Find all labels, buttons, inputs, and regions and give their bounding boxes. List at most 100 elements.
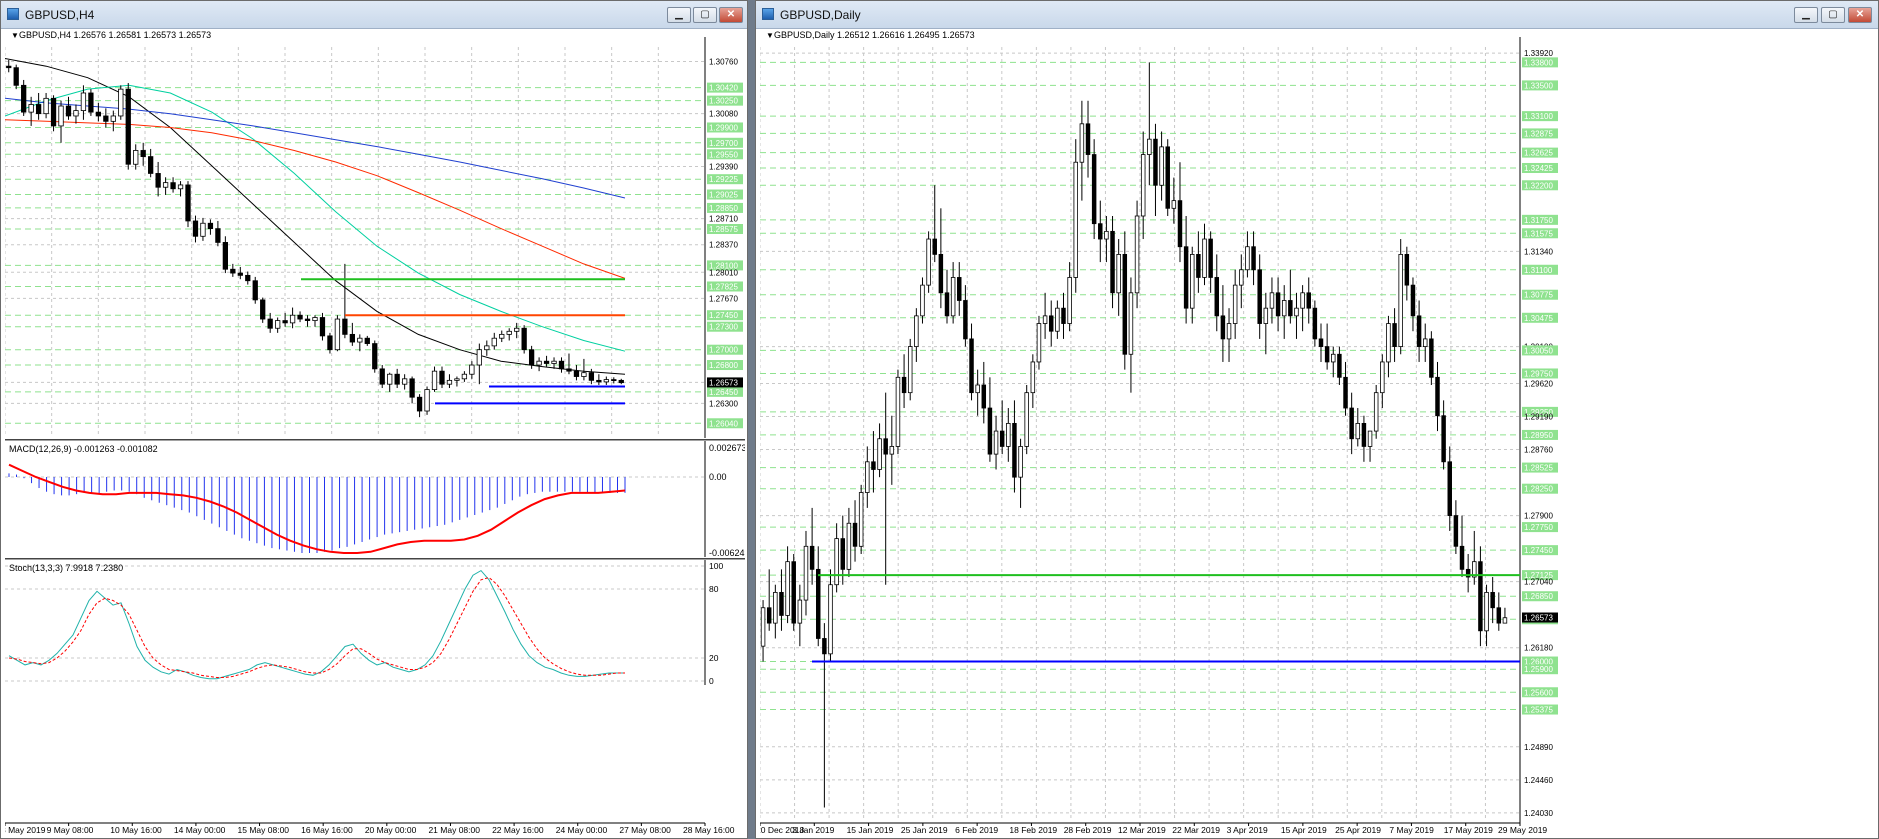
bullish-candle (536, 360, 542, 366)
bullish-candle (1140, 154, 1146, 217)
bearish-candle (1453, 515, 1459, 547)
level-price-text: 1.29900 (709, 123, 738, 132)
price-axis-label: 1.27670 (709, 294, 738, 303)
bullish-candle (1294, 307, 1299, 317)
bearish-candle (1288, 300, 1293, 317)
bearish-candle (822, 638, 827, 655)
bearish-candle (1208, 238, 1213, 278)
level-price-text: 1.30420 (709, 84, 738, 93)
bullish-candle (551, 360, 557, 364)
close-button[interactable]: ✕ (719, 7, 743, 23)
level-price-text: 1.28525 (1524, 464, 1553, 473)
price-axis-label: 1.33920 (1524, 49, 1553, 58)
bullish-candle (1386, 323, 1391, 363)
price-axis-label: 1.24460 (1524, 776, 1553, 785)
bearish-candle (1183, 246, 1189, 309)
level-price-text: 1.31750 (1524, 216, 1553, 225)
level-price-text: 1.32200 (1524, 181, 1553, 190)
bearish-candle (1318, 338, 1324, 347)
bearish-candle (779, 591, 784, 616)
level-price-text: 1.29025 (709, 191, 738, 200)
daily-chart-window[interactable]: GBPUSD,Daily ▁ ▢ ✕ 1.33920 1.33800 1.33500… (755, 0, 1879, 839)
maximize-button[interactable]: ▢ (693, 7, 717, 23)
h4-chart-svg[interactable]: 1.30760 1.30420 1.30250 1.30080 1.29900 1.297… (1, 29, 750, 836)
minimize-button[interactable]: ▁ (667, 7, 691, 23)
price-axis-label: 1.29390 (709, 163, 738, 172)
bearish-candle (883, 438, 888, 455)
macd-label: MACD(12,26,9) -0.001263 -0.001082 (9, 444, 158, 454)
bullish-candle (446, 379, 453, 385)
bearish-candle (185, 184, 191, 222)
bearish-candle (304, 318, 311, 321)
bearish-candle (852, 522, 858, 547)
bullish-candle (1036, 323, 1042, 363)
bearish-candle (6, 65, 12, 69)
bullish-candle (177, 184, 184, 190)
h4-ohlc-label: GBPUSD,H4 1.26576 1.26581 1.26573 1.2657… (19, 30, 211, 40)
h4-chart-area[interactable]: 1.30760 1.30420 1.30250 1.30080 1.29900 1.297… (1, 29, 750, 836)
bearish-candle (558, 360, 565, 370)
bullish-candle (110, 115, 116, 122)
daily-chart-svg[interactable]: 1.339201.33800 1.33500 1.33100 1.32875 1.326… (756, 29, 1876, 836)
bearish-candle (1312, 307, 1318, 340)
bullish-candle (1055, 307, 1060, 332)
bearish-candle (1349, 407, 1354, 440)
bullish-candle (43, 97, 49, 115)
stoch-axis-label: 0 (709, 676, 714, 686)
current-price-text: 1.26573 (709, 378, 738, 387)
bullish-candle (975, 384, 980, 394)
bearish-candle (1214, 277, 1220, 317)
bearish-candle (543, 360, 550, 364)
price-axis-label: 1.24030 (1524, 809, 1553, 818)
bullish-candle (1331, 353, 1336, 363)
macd-axis-bottom: -0.006249 (709, 548, 745, 558)
bearish-candle (252, 280, 258, 301)
price-axis-label: 1.29190 (1524, 412, 1553, 421)
bullish-candle (1104, 230, 1109, 240)
bullish-candle (1006, 422, 1011, 447)
daily-chart-area[interactable]: 1.33920 1.33800 1.33500 1.33100 1.32875 1.326… (756, 29, 1876, 836)
bearish-candle (1196, 254, 1201, 278)
bullish-candle (1263, 307, 1269, 324)
bullish-candle (926, 238, 931, 286)
price-axis-label: 1.24890 (1524, 743, 1553, 752)
time-axis-label: 12 Mar 2019 (1118, 825, 1166, 835)
close-button[interactable]: ✕ (1848, 7, 1872, 23)
bearish-candle (1496, 607, 1502, 624)
bearish-candle (1012, 422, 1017, 478)
daily-title-bar[interactable]: GBPUSD,Daily ▁ ▢ ✕ (756, 1, 1878, 29)
bullish-candle (1190, 254, 1195, 309)
level-price-text: 1.31100 (1524, 266, 1553, 275)
level-price-text: 1.27750 (1524, 523, 1553, 532)
bullish-candle (803, 545, 809, 601)
bearish-candle (222, 242, 229, 270)
level-price-text: 1.31575 (1524, 229, 1553, 238)
bullish-candle (73, 110, 79, 117)
bearish-candle (1447, 461, 1452, 516)
minimize-button[interactable]: ▁ (1794, 7, 1818, 23)
bearish-candle (957, 277, 962, 301)
maximize-button[interactable]: ▢ (1821, 7, 1845, 23)
h4-chart-window[interactable]: GBPUSD,H4 ▁ ▢ ✕ 1.30760 1.30420 1.30250 1.3… (0, 0, 750, 839)
h4-title-bar[interactable]: GBPUSD,H4 ▁ ▢ ✕ (1, 1, 747, 29)
h4-collapse-arrow-icon[interactable]: ▼ (11, 31, 19, 40)
bullish-candle (289, 314, 296, 324)
bearish-candle (618, 379, 624, 384)
price-axis-label: 1.28370 (709, 241, 738, 250)
bearish-candle (1085, 123, 1091, 155)
level-price-text: 1.27825 (709, 282, 738, 291)
bearish-candle (766, 607, 772, 624)
bullish-candle (454, 378, 460, 381)
daily-ohlc-label: GBPUSD,Daily 1.26512 1.26616 1.26495 1.2… (774, 30, 975, 40)
bearish-candle (282, 320, 288, 324)
time-axis-label: 15 Apr 2019 (1281, 825, 1327, 835)
bullish-candle (506, 330, 512, 335)
daily-collapse-arrow-icon[interactable]: ▼ (766, 31, 774, 40)
time-axis-label: 18 Feb 2019 (1009, 825, 1057, 835)
bullish-candle (895, 376, 901, 447)
bullish-candle (950, 277, 956, 317)
bearish-candle (1324, 346, 1330, 363)
bullish-candle (1171, 200, 1177, 209)
bearish-candle (1110, 230, 1115, 294)
bullish-candle (760, 607, 766, 647)
